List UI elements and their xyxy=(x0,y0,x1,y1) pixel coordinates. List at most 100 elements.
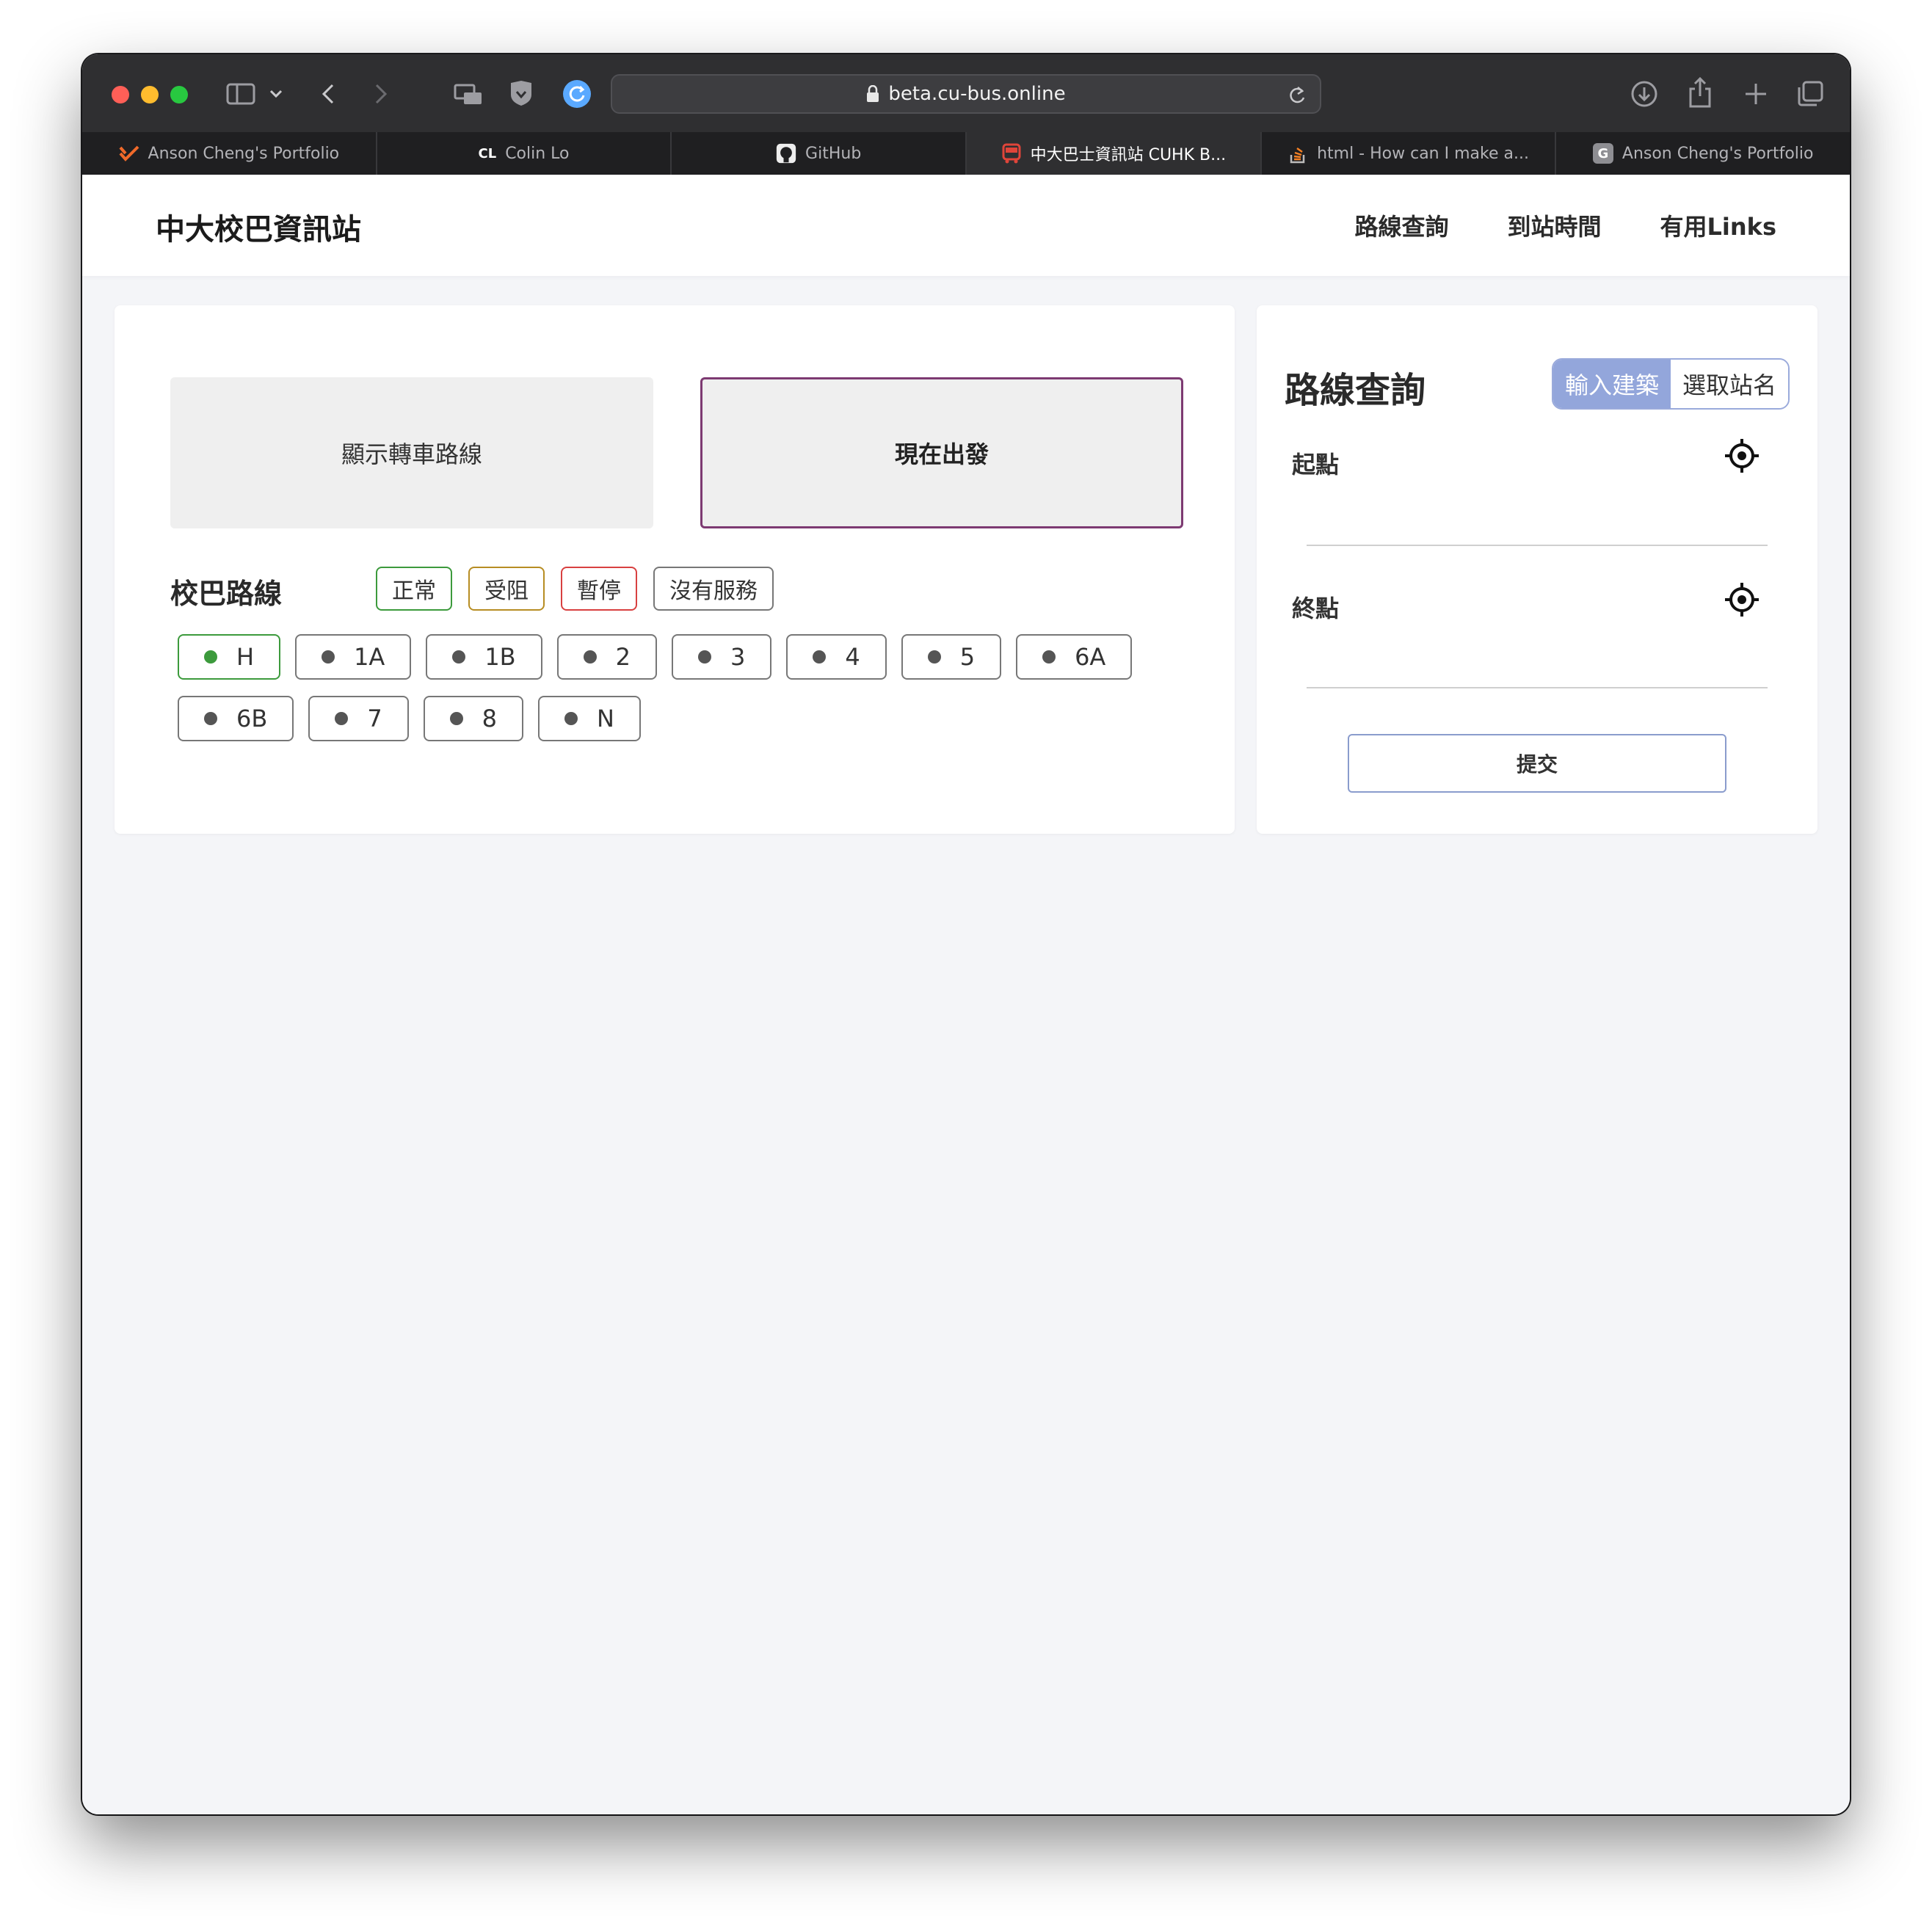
tab-colin-lo[interactable]: CL Colin Lo xyxy=(377,132,672,175)
tab-label: GitHub xyxy=(805,144,862,163)
route-button-6b[interactable]: 6B xyxy=(178,696,294,741)
forward-icon[interactable] xyxy=(370,81,392,107)
route-button-1b[interactable]: 1B xyxy=(426,634,542,680)
address-bar[interactable]: beta.cu-bus.online xyxy=(611,74,1321,114)
url-text: beta.cu-bus.online xyxy=(888,83,1066,105)
status-dot-icon xyxy=(452,650,466,664)
g-logo-icon: G xyxy=(1592,143,1613,164)
route-label: 6A xyxy=(1075,643,1106,671)
status-dot-icon xyxy=(697,650,711,664)
routes-card: 顯示轉車路線 現在出發 校巴路線 正常 受阻 暫停 沒有服務 H 1A 1B 2… xyxy=(115,305,1235,834)
route-button-n[interactable]: N xyxy=(538,696,641,741)
status-dot-icon xyxy=(583,650,597,664)
status-dot-icon xyxy=(813,650,827,664)
minimize-window-button[interactable] xyxy=(141,86,159,103)
nav-link-useful-links[interactable]: 有用Links xyxy=(1660,208,1776,242)
nav-links: 路線查詢 到站時間 有用Links xyxy=(1354,208,1776,242)
check-logo-icon xyxy=(119,143,139,164)
origin-label: 起點 xyxy=(1292,451,1340,479)
tab-anson-portfolio[interactable]: Anson Cheng's Portfolio xyxy=(82,132,377,175)
route-button-1a[interactable]: 1A xyxy=(295,634,412,680)
tab-stackoverflow[interactable]: html - How can I make a... xyxy=(1262,132,1557,175)
status-legend: 正常 受阻 暫停 沒有服務 xyxy=(376,567,774,611)
route-label: 1B xyxy=(484,643,516,671)
lock-icon xyxy=(866,85,879,103)
status-dot-icon xyxy=(449,712,463,725)
route-button-4[interactable]: 4 xyxy=(786,634,887,680)
extension-shield-icon[interactable] xyxy=(508,79,534,107)
route-label: 4 xyxy=(845,643,860,671)
route-label: 7 xyxy=(367,705,382,733)
legend-normal[interactable]: 正常 xyxy=(376,567,452,611)
route-button-7[interactable]: 7 xyxy=(308,696,409,741)
tab-label: html - How can I make a... xyxy=(1317,144,1529,163)
route-search-card: 路線查詢 輸入建築 選取站名 起點 終點 提交 xyxy=(1257,305,1817,834)
route-label: 2 xyxy=(615,643,631,671)
route-button-h[interactable]: H xyxy=(178,634,281,680)
bus-routes-title: 校巴路線 xyxy=(170,578,283,610)
github-icon xyxy=(776,143,796,164)
tab-label: Colin Lo xyxy=(505,144,570,163)
route-button-5[interactable]: 5 xyxy=(901,634,1002,680)
route-label: 5 xyxy=(959,643,976,671)
tab-label: Anson Cheng's Portfolio xyxy=(1622,144,1814,163)
nav-link-arrival-time[interactable]: 到站時間 xyxy=(1508,208,1602,242)
downloads-icon[interactable] xyxy=(1630,79,1659,109)
browser-window: beta.cu-bus.online Anson Cheng's Portfol… xyxy=(82,54,1850,1814)
route-search-title: 路線查詢 xyxy=(1285,370,1426,411)
nav-link-route-search[interactable]: 路線查詢 xyxy=(1354,208,1448,242)
route-label: 6B xyxy=(236,705,268,733)
route-button-8[interactable]: 8 xyxy=(423,696,524,741)
show-transfer-routes-button[interactable]: 顯示轉車路線 xyxy=(170,377,653,528)
route-label: 8 xyxy=(482,705,498,733)
destination-label: 終點 xyxy=(1292,595,1340,622)
status-dot-icon xyxy=(204,650,217,664)
legend-suspended[interactable]: 暫停 xyxy=(561,567,637,611)
chevron-down-icon[interactable] xyxy=(267,84,285,104)
route-list: H 1A 1B 2 3 4 5 6A 6B 7 8 N xyxy=(178,634,1191,741)
screen-share-icon[interactable] xyxy=(454,81,483,107)
route-button-3[interactable]: 3 xyxy=(671,634,772,680)
bus-icon xyxy=(1001,143,1022,164)
sidebar-toggle-icon[interactable] xyxy=(225,81,257,107)
extension-refresh-icon[interactable] xyxy=(562,79,592,109)
route-label: N xyxy=(597,705,614,733)
browser-toolbar: beta.cu-bus.online xyxy=(82,54,1850,132)
site-brand[interactable]: 中大校巴資訊站 xyxy=(156,206,361,248)
locate-origin-icon[interactable] xyxy=(1724,437,1760,474)
destination-input[interactable] xyxy=(1307,687,1768,688)
zoom-window-button[interactable] xyxy=(170,86,188,103)
site-navbar: 中大校巴資訊站 路線查詢 到站時間 有用Links xyxy=(82,175,1850,276)
search-mode-toggle: 輸入建築 選取站名 xyxy=(1551,358,1790,410)
status-dot-icon xyxy=(322,650,335,664)
route-button-2[interactable]: 2 xyxy=(556,634,657,680)
legend-no-service[interactable]: 沒有服務 xyxy=(653,567,774,611)
page-content: 中大校巴資訊站 路線查詢 到站時間 有用Links 顯示轉車路線 現在出發 校巴… xyxy=(82,175,1850,1814)
new-tab-icon[interactable] xyxy=(1741,79,1771,109)
tab-label: Anson Cheng's Portfolio xyxy=(148,144,340,163)
mode-enter-building[interactable]: 輸入建築 xyxy=(1552,360,1671,408)
route-label: 1A xyxy=(354,643,385,671)
stackoverflow-icon xyxy=(1288,143,1308,164)
share-icon[interactable] xyxy=(1685,75,1715,109)
route-label: H xyxy=(236,643,255,671)
tab-label: 中大巴士資訊站 CUHK B... xyxy=(1030,146,1227,164)
depart-now-button[interactable]: 現在出發 xyxy=(700,377,1183,528)
close-window-button[interactable] xyxy=(112,86,129,103)
reload-icon[interactable] xyxy=(1288,84,1307,110)
cl-logo-icon: CL xyxy=(478,145,497,161)
status-dot-icon xyxy=(204,712,217,725)
tab-cu-bus[interactable]: 中大巴士資訊站 CUHK B... xyxy=(967,132,1262,175)
tab-github[interactable]: GitHub xyxy=(672,132,967,175)
tab-anson-portfolio-2[interactable]: G Anson Cheng's Portfolio xyxy=(1556,132,1850,175)
locate-destination-icon[interactable] xyxy=(1724,581,1760,618)
back-icon[interactable] xyxy=(317,81,339,107)
tab-overview-icon[interactable] xyxy=(1795,79,1825,109)
route-button-6a[interactable]: 6A xyxy=(1016,634,1133,680)
mode-select-stop[interactable]: 選取站名 xyxy=(1670,360,1788,408)
submit-button[interactable]: 提交 xyxy=(1348,734,1726,793)
status-dot-icon xyxy=(927,650,941,664)
legend-blocked[interactable]: 受阻 xyxy=(468,567,545,611)
tab-bar: Anson Cheng's Portfolio CL Colin Lo GitH… xyxy=(82,132,1850,175)
origin-input[interactable] xyxy=(1307,545,1768,546)
